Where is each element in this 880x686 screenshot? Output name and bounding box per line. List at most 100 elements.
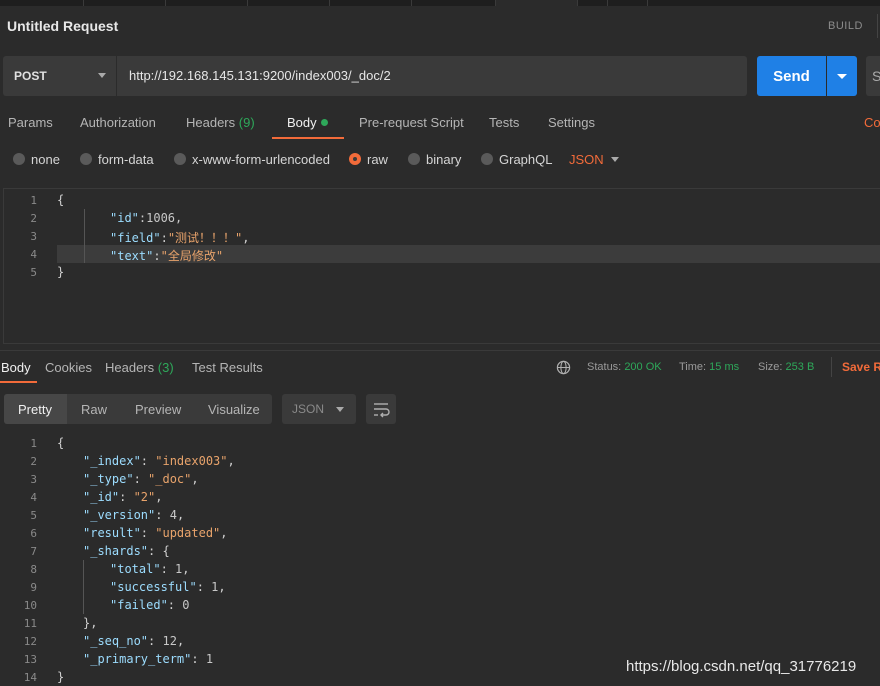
radio-graphql[interactable] [481, 153, 493, 165]
save-label: S [872, 68, 880, 84]
method-label: POST [14, 69, 47, 83]
line-number: 5 [30, 509, 37, 522]
code-line: "_shards": { [83, 544, 170, 558]
code-line: "text":"全局修改" [110, 247, 223, 264]
code-line: "total": 1, [110, 562, 190, 576]
chevron-down-icon[interactable] [611, 157, 619, 162]
code-line: "successful": 1, [110, 580, 226, 594]
line-number: 12 [23, 635, 37, 648]
view-preview-button[interactable]: Preview [135, 402, 181, 417]
code-line: "_index": "index003", [83, 454, 235, 468]
request-title-bar: Untitled Request BUILD [0, 6, 880, 46]
format-label: JSON [292, 402, 325, 416]
json-key: "successful" [110, 580, 197, 594]
chevron-down-icon [837, 74, 847, 79]
line-number: 13 [23, 653, 37, 666]
size-readout: Size: 253 B [758, 361, 814, 373]
radio-graphql-label[interactable]: GraphQL [499, 152, 552, 167]
radio-urlencoded[interactable] [174, 153, 186, 165]
tab-tests[interactable]: Tests [489, 115, 519, 130]
send-options-button[interactable] [827, 56, 857, 96]
radio-raw[interactable] [349, 153, 361, 165]
radio-form-data-label[interactable]: form-data [98, 152, 154, 167]
radio-none[interactable] [13, 153, 25, 165]
view-pretty-button[interactable]: Pretty [4, 394, 67, 424]
send-label: Send [773, 68, 810, 85]
active-tab-indicator [272, 137, 344, 139]
response-tab-headers[interactable]: Headers (3) [105, 360, 174, 375]
code-line: "_version": 4, [83, 508, 185, 522]
divider [831, 357, 832, 377]
view-mode-group: Pretty Raw Preview Visualize [4, 394, 272, 424]
view-visualize-button[interactable]: Visualize [208, 402, 260, 417]
response-format-select[interactable]: JSON [282, 394, 356, 424]
line-number: 7 [30, 545, 37, 558]
radio-form-data[interactable] [80, 153, 92, 165]
json-value: 12 [162, 634, 177, 648]
active-tab-indicator [0, 381, 37, 383]
json-key: "total" [110, 562, 161, 576]
build-label[interactable]: BUILD [828, 20, 863, 32]
request-title[interactable]: Untitled Request [7, 18, 118, 34]
save-button[interactable]: S [866, 56, 880, 96]
json-key: "failed" [110, 598, 168, 612]
json-value: 4 [169, 508, 177, 522]
json-value: { [162, 544, 170, 558]
status-value[interactable]: 200 OK [624, 361, 661, 373]
watermark: https://blog.csdn.net/qq_31776219 [626, 658, 857, 675]
method-select[interactable]: POST [3, 56, 116, 96]
radio-none-label[interactable]: none [31, 152, 60, 167]
line-number: 14 [23, 671, 37, 684]
code-line: "id":1006, [110, 211, 182, 225]
response-tab-body[interactable]: Body [1, 360, 31, 375]
globe-icon[interactable] [556, 360, 571, 375]
radio-binary-label[interactable]: binary [426, 152, 461, 167]
radio-raw-label[interactable]: raw [367, 152, 388, 167]
tab-authorization[interactable]: Authorization [80, 115, 156, 130]
send-button[interactable]: Send [757, 56, 826, 96]
tab-params[interactable]: Params [8, 115, 53, 130]
response-tab-test-results[interactable]: Test Results [192, 360, 263, 375]
save-response-button[interactable]: Save R [842, 360, 880, 374]
line-number: 10 [23, 599, 37, 612]
tab-headers-label: Headers [186, 115, 236, 130]
tab-prerequest-script[interactable]: Pre-request Script [359, 115, 464, 130]
radio-urlencoded-label[interactable]: x-www-form-urlencoded [192, 152, 330, 167]
line-number: 3 [30, 473, 37, 486]
radio-binary[interactable] [408, 153, 420, 165]
code-line: { [57, 436, 65, 450]
divider [877, 14, 878, 38]
cookies-link[interactable]: Coo [864, 115, 880, 130]
json-key: "_shards" [83, 544, 149, 558]
json-key: "_seq_no" [83, 634, 149, 648]
code-line: "result": "updated", [83, 526, 228, 540]
json-colon: : [160, 231, 168, 245]
divider [0, 350, 880, 351]
view-raw-button[interactable]: Raw [81, 402, 107, 417]
json-key: "_type" [83, 472, 134, 486]
time-value[interactable]: 15 ms [709, 361, 739, 373]
code-line: { [57, 193, 65, 207]
code-line: "_type": "_doc", [83, 472, 199, 486]
json-key: "text" [110, 249, 154, 263]
headers-count: (3) [157, 360, 174, 375]
line-number: 9 [30, 581, 37, 594]
tab-headers[interactable]: Headers (9) [186, 115, 255, 130]
url-text: http://192.168.145.131:9200/index003/_do… [129, 68, 391, 83]
body-format-select[interactable]: JSON [569, 152, 604, 167]
json-value: "2" [133, 490, 156, 504]
json-value: "全局修改" [160, 249, 224, 263]
line-number: 4 [30, 248, 37, 261]
time-label: Time: [679, 361, 707, 373]
json-value: 1 [211, 580, 219, 594]
code-line: } [57, 670, 65, 684]
tab-body[interactable]: Body [287, 115, 328, 130]
url-input[interactable]: http://192.168.145.131:9200/index003/_do… [117, 56, 747, 96]
json-value: 1 [175, 562, 183, 576]
json-value: "_doc" [148, 472, 192, 486]
size-value[interactable]: 253 B [786, 361, 815, 373]
code-line: "_seq_no": 12, [83, 634, 185, 648]
wrap-lines-button[interactable] [366, 394, 396, 424]
response-tab-cookies[interactable]: Cookies [45, 360, 92, 375]
tab-settings[interactable]: Settings [548, 115, 595, 130]
